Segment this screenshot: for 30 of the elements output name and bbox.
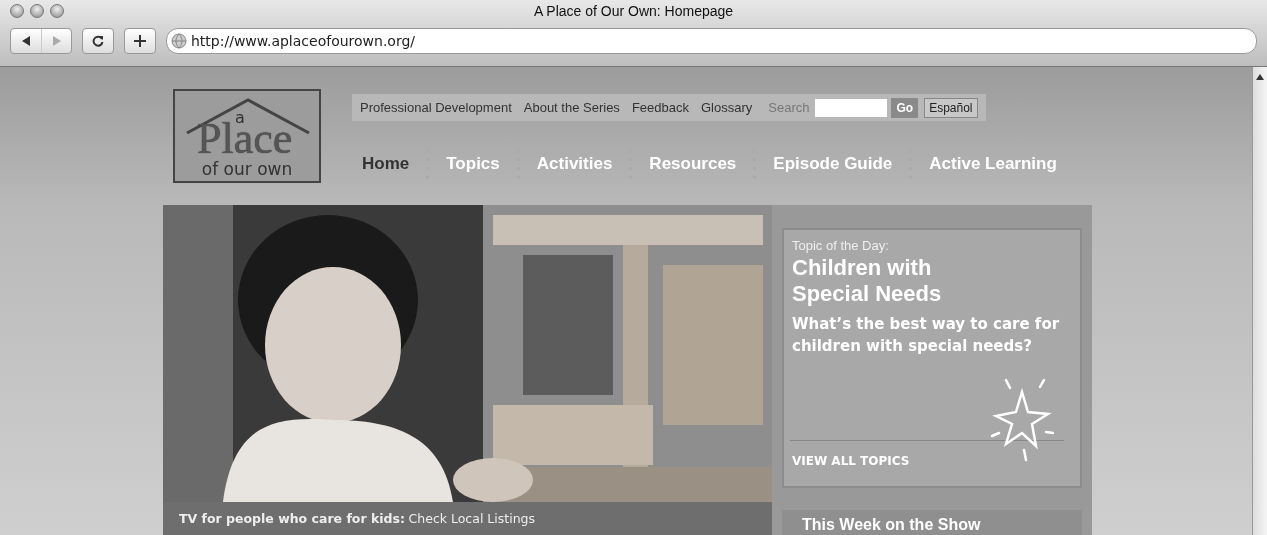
search-field[interactable] xyxy=(815,98,888,117)
search-label: Search xyxy=(768,100,810,115)
back-arrow-icon xyxy=(21,36,31,46)
utility-link[interactable]: Glossary xyxy=(700,100,753,115)
reload-button[interactable] xyxy=(82,28,114,54)
topic-title: Children with Special Needs xyxy=(792,255,943,307)
reload-icon xyxy=(92,35,104,47)
go-button[interactable]: Go xyxy=(891,97,919,118)
topic-question: What’s the best way to care for children with special needs? xyxy=(792,314,1061,357)
listings-link[interactable]: Check Local Listings xyxy=(408,511,536,526)
add-bookmark-button[interactable] xyxy=(124,28,156,54)
language-button[interactable]: Español xyxy=(924,97,978,118)
star-icon xyxy=(990,378,1054,462)
this-week-title: This Week on the Show xyxy=(802,516,981,533)
caption-label: TV for people who care for kids: xyxy=(179,511,405,526)
utility-link[interactable]: Feedback xyxy=(631,100,689,115)
plus-icon xyxy=(134,35,146,47)
zoom-button[interactable] xyxy=(50,4,64,18)
scrollbar[interactable] xyxy=(1252,67,1267,535)
address-field[interactable]: http://www.aplaceofourown.org/ xyxy=(166,28,1257,54)
nav-tab[interactable]: Home xyxy=(352,154,427,174)
topic-kicker: Topic of the Day: xyxy=(792,238,890,253)
scroll-up-icon[interactable] xyxy=(1256,73,1264,81)
utility-link[interactable]: Professional Development xyxy=(360,100,512,115)
view-all-topics-link[interactable]: VIEW ALL TOPICS xyxy=(792,454,910,468)
forward-arrow-icon xyxy=(51,36,62,46)
minimize-button[interactable] xyxy=(30,4,44,18)
utility-link[interactable]: About the Series xyxy=(523,100,620,115)
close-button[interactable] xyxy=(10,4,24,18)
window-title: A Place of Our Own: Homepage xyxy=(533,3,734,19)
